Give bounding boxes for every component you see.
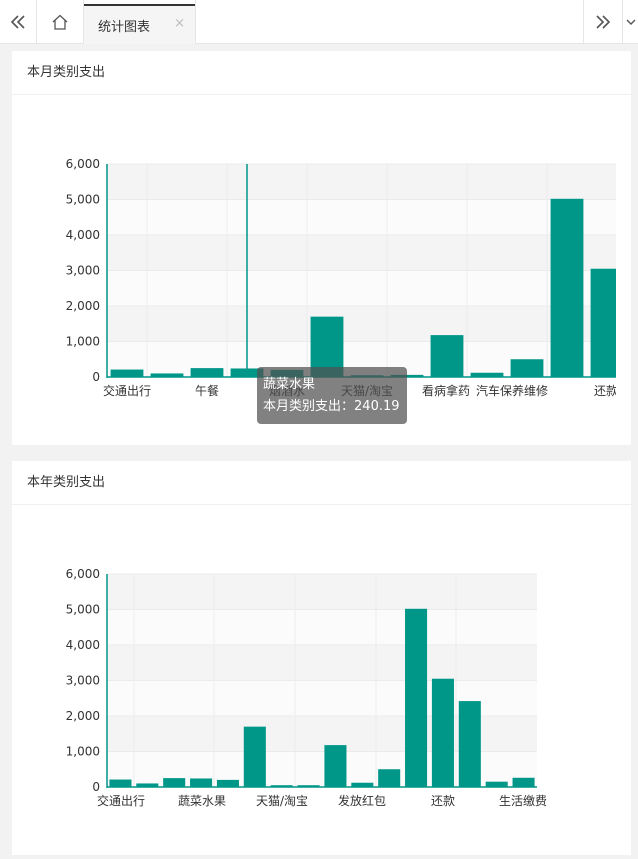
y-tick-label: 0 <box>92 370 100 384</box>
bar[interactable] <box>109 779 132 787</box>
grid-band <box>107 164 616 200</box>
x-tick-label: 还款 <box>594 384 618 398</box>
grid-band <box>107 574 537 610</box>
grid-band <box>107 306 616 342</box>
bar[interactable] <box>512 777 535 787</box>
tooltip-category: 蔬菜水果 <box>263 377 316 392</box>
x-tick-label: 蔬菜水果 <box>178 794 226 808</box>
bar[interactable] <box>430 335 464 377</box>
y-tick-label: 3,000 <box>66 264 100 278</box>
y-tick-label: 1,000 <box>66 335 100 349</box>
x-tick-label: 交通出行 <box>103 383 151 398</box>
bar[interactable] <box>243 726 266 787</box>
x-tick-label: 还款 <box>431 794 455 808</box>
y-tick-label: 4,000 <box>66 638 100 652</box>
bar[interactable] <box>378 769 401 787</box>
grid-band <box>107 609 537 645</box>
bar[interactable] <box>550 198 584 377</box>
y-tick-label: 2,000 <box>66 299 100 313</box>
tooltip-value: 240.19 <box>354 399 400 414</box>
bar[interactable] <box>163 778 186 787</box>
bar[interactable] <box>458 701 481 787</box>
yearly-expense-chart[interactable]: 0 1,000 2,000 3,000 4,000 5,000 6,000 交通出行 蔬菜水果 天… <box>0 450 638 859</box>
y-tick-label: 6,000 <box>66 157 100 171</box>
x-tick-label: 生活缴费 <box>499 793 547 808</box>
bar[interactable] <box>405 608 428 787</box>
chart-tooltip: 蔬菜水果 本月类别支出：240.19 <box>257 367 407 424</box>
x-tick-label: 交通出行 <box>97 793 145 808</box>
tooltip-value-line: 本月类别支出：240.19 <box>263 399 400 414</box>
bar[interactable] <box>510 359 544 377</box>
grid-band <box>107 235 616 271</box>
y-tick-label: 4,000 <box>66 228 100 242</box>
bar[interactable] <box>485 781 508 787</box>
x-tick-label: 天猫/淘宝 <box>256 794 308 808</box>
x-tick-label: 午餐 <box>195 383 219 398</box>
y-tick-label: 2,000 <box>66 709 100 723</box>
chart-plot-group: 01,0002,0003,0004,0005,0006,000交通出行午餐烟酒水… <box>66 157 624 398</box>
y-tick-label: 3,000 <box>66 674 100 688</box>
y-tick-label: 1,000 <box>66 745 100 759</box>
grid-band <box>107 645 537 681</box>
bar[interactable] <box>324 745 347 787</box>
x-tick-label: 看病拿药 <box>422 383 470 398</box>
y-tick-label: 5,000 <box>66 193 100 207</box>
bar[interactable] <box>190 368 224 377</box>
grid-band <box>107 199 616 235</box>
bar[interactable] <box>190 778 213 787</box>
bar[interactable] <box>216 779 239 787</box>
bar[interactable] <box>590 268 624 377</box>
y-tick-label: 0 <box>92 780 100 794</box>
bar[interactable] <box>431 678 454 787</box>
y-tick-label: 6,000 <box>66 567 100 581</box>
x-tick-label: 汽车保养维修 <box>476 383 548 398</box>
y-tick-label: 5,000 <box>66 603 100 617</box>
bar[interactable] <box>110 369 144 377</box>
x-tick-label: 发放红包 <box>338 793 386 808</box>
tooltip-series-label: 本月类别支出 <box>263 399 342 414</box>
grid-band <box>107 270 616 306</box>
